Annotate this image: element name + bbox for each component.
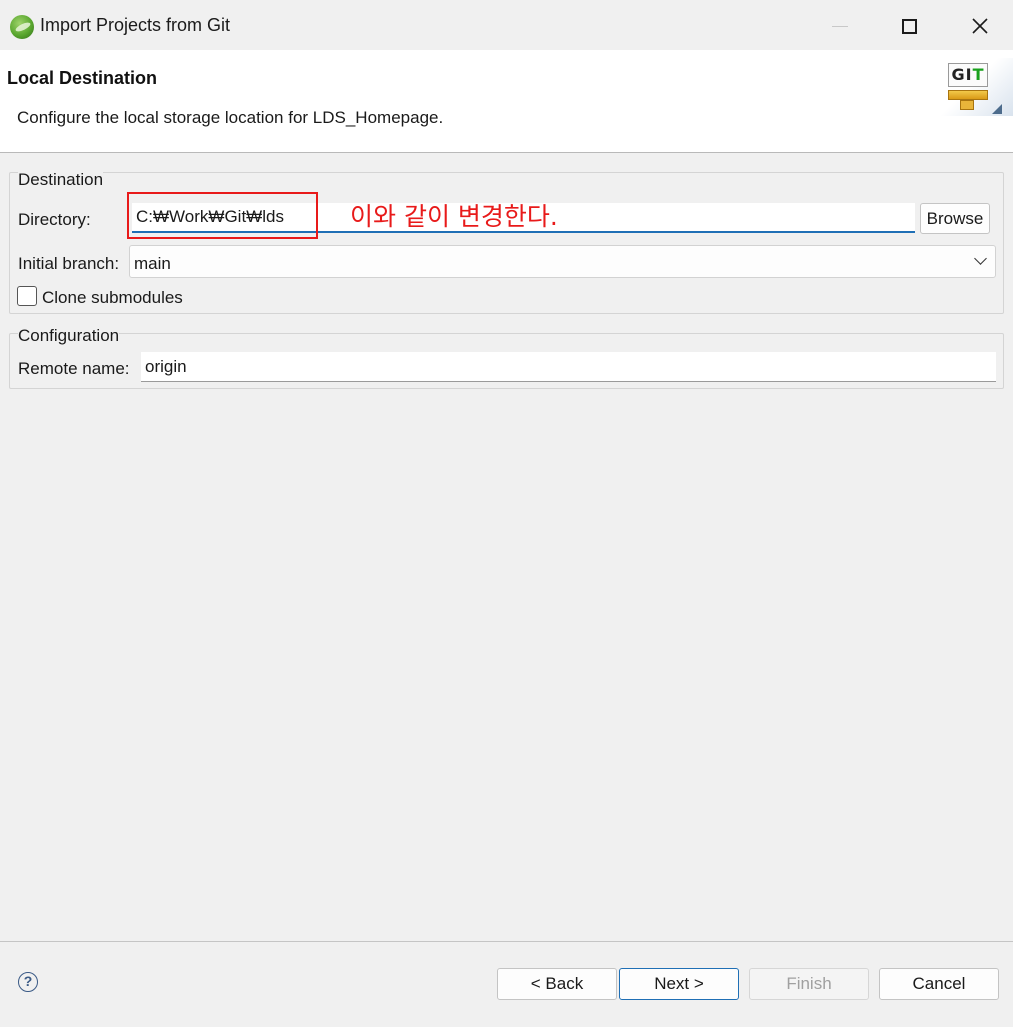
help-icon[interactable]: ? xyxy=(18,972,38,992)
remote-name-label: Remote name: xyxy=(18,359,130,378)
browse-button[interactable]: Browse xyxy=(920,203,990,234)
maximize-icon xyxy=(901,18,917,34)
finish-button[interactable]: Finish xyxy=(749,968,869,1000)
directory-label: Directory: xyxy=(18,210,91,229)
minimize-icon xyxy=(832,25,848,27)
minimize-button[interactable] xyxy=(816,8,864,44)
remote-name-input[interactable] xyxy=(141,352,996,382)
initial-branch-value: main xyxy=(134,254,171,273)
wizard-header: Local Destination Configure the local st… xyxy=(0,50,1013,153)
window-title: Import Projects from Git xyxy=(40,15,231,35)
initial-branch-label: Initial branch: xyxy=(18,254,120,273)
next-button[interactable]: Next > xyxy=(619,968,739,1000)
back-button[interactable]: < Back xyxy=(497,968,617,1000)
page-title: Local Destination xyxy=(7,68,158,88)
cancel-button[interactable]: Cancel xyxy=(879,968,999,1000)
destination-group-label: Destination xyxy=(18,170,104,190)
close-button[interactable] xyxy=(956,8,1004,44)
eclipse-app-icon xyxy=(10,15,34,39)
clone-submodules-label[interactable]: Clone submodules xyxy=(42,288,183,308)
title-bar: Import Projects from Git xyxy=(0,0,1013,50)
clone-submodules-checkbox[interactable] xyxy=(17,286,37,306)
close-icon xyxy=(972,18,988,34)
page-description: Configure the local storage location for… xyxy=(17,108,444,127)
chevron-down-icon xyxy=(974,252,987,265)
annotation-text: 이와 같이 변경한다. xyxy=(350,202,558,231)
annotation-highlight-box xyxy=(127,192,318,239)
footer-divider xyxy=(0,941,1013,942)
maximize-button[interactable] xyxy=(885,8,933,44)
git-logo-text: GIT xyxy=(948,63,988,87)
initial-branch-select[interactable]: main xyxy=(129,245,996,278)
git-icon: GIT xyxy=(938,58,1013,116)
configuration-group-label: Configuration xyxy=(18,326,120,346)
